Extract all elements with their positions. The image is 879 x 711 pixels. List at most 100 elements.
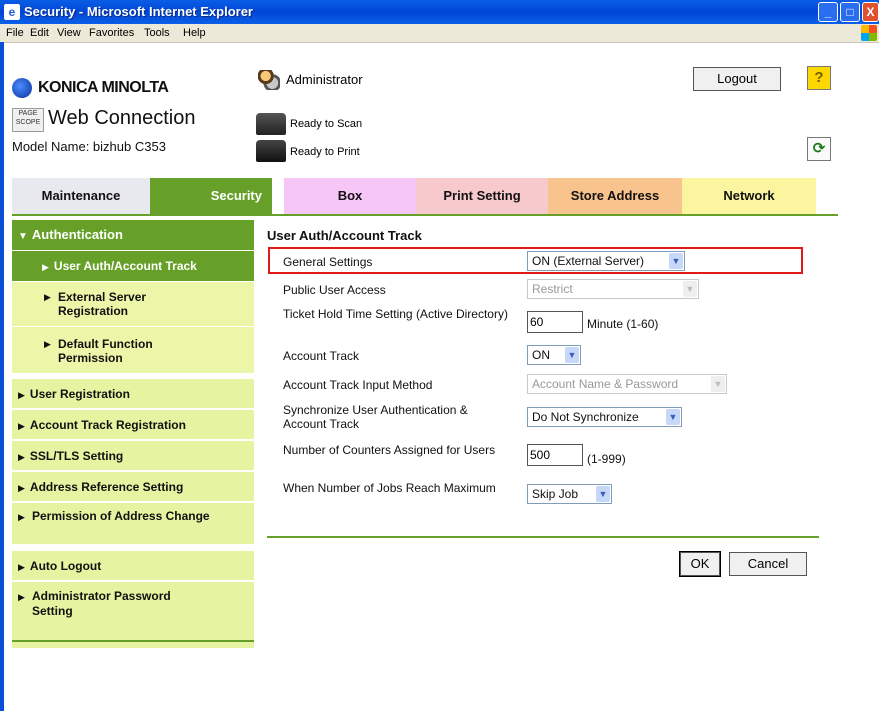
select-value: Do Not Synchronize xyxy=(532,410,639,424)
select-value: ON xyxy=(532,348,550,362)
sidebar-item-label: Administrator Password Setting xyxy=(32,589,171,618)
triangle-right-icon: ▶ xyxy=(42,262,49,272)
minimize-button[interactable]: _ xyxy=(818,2,838,22)
menu-bar: File Edit View Favorites Tools Help xyxy=(0,24,879,43)
tab-box[interactable]: Box xyxy=(284,178,416,214)
ticket-hold-time-input[interactable]: 60 xyxy=(527,311,583,333)
sidebar-item-label: Authentication xyxy=(31,227,123,242)
tab-network[interactable]: Network xyxy=(682,178,816,214)
menu-view[interactable]: View xyxy=(57,27,81,39)
form-divider xyxy=(267,536,819,538)
select-value: Skip Job xyxy=(532,487,579,501)
konica-minolta-logo-icon xyxy=(12,78,32,98)
chevron-down-icon: ▼ xyxy=(565,347,579,363)
product-name: Web Connection xyxy=(48,107,196,129)
synchronize-label: Synchronize User Authentication & Accoun… xyxy=(283,403,468,431)
counters-unit: (1-999) xyxy=(587,452,626,466)
menu-help[interactable]: Help xyxy=(183,27,206,39)
triangle-right-icon: ▶ xyxy=(18,390,25,400)
help-icon[interactable]: ? xyxy=(807,66,831,90)
print-status: Ready to Print xyxy=(290,146,360,158)
public-user-access-select[interactable]: Restrict ▼ xyxy=(527,279,699,299)
counters-label: Number of Counters Assigned for Users xyxy=(283,443,496,457)
window-frame-left xyxy=(0,42,4,711)
sidebar-item-label: Account Track Registration xyxy=(29,418,186,432)
chevron-down-icon: ▼ xyxy=(596,486,610,502)
ie-app-icon: e xyxy=(4,4,20,20)
sidebar-item-admin-password[interactable]: ▶ Administrator Password Setting xyxy=(12,581,254,626)
menu-edit[interactable]: Edit xyxy=(30,27,49,39)
sidebar-item-label: User Registration xyxy=(29,387,130,401)
triangle-down-icon: ▼ xyxy=(18,231,28,242)
tab-maintenance[interactable]: Maintenance xyxy=(12,178,150,214)
sidebar-item-auto-logout[interactable]: ▶ Auto Logout xyxy=(12,550,254,580)
tab-divider xyxy=(258,214,838,216)
scanner-icon xyxy=(256,113,286,135)
menu-file[interactable]: File xyxy=(6,27,24,39)
ok-button[interactable]: OK xyxy=(679,551,721,577)
refresh-icon[interactable]: ⟳ xyxy=(807,137,831,161)
sidebar-item-external-server[interactable]: ▶ External Server Registration xyxy=(12,282,254,326)
sidebar-item-authentication[interactable]: ▼ Authentication xyxy=(12,220,254,250)
account-track-select[interactable]: ON ▼ xyxy=(527,345,581,365)
ticket-hold-time-unit: Minute (1-60) xyxy=(587,317,659,331)
triangle-right-icon: ▶ xyxy=(44,339,51,349)
scan-status: Ready to Scan xyxy=(290,118,363,130)
pagescope-logo-icon: PAGE SCOPE xyxy=(12,108,44,132)
triangle-right-icon: ▶ xyxy=(18,421,25,431)
sidebar-item-permission-address[interactable]: ▶ Permission of Address Change xyxy=(12,502,254,544)
sidebar-footer xyxy=(12,626,254,648)
brand-name: KONICA MINOLTA xyxy=(38,79,169,96)
jobs-maximum-select[interactable]: Skip Job ▼ xyxy=(527,484,612,504)
triangle-right-icon: ▶ xyxy=(18,452,25,462)
user-name: Administrator xyxy=(286,72,363,87)
counters-input[interactable]: 500 xyxy=(527,444,583,466)
general-settings-select[interactable]: ON (External Server) ▼ xyxy=(527,251,685,271)
ticket-hold-time-label: Ticket Hold Time Setting (Active Directo… xyxy=(283,307,508,321)
select-value: ON (External Server) xyxy=(532,254,645,268)
sidebar-item-user-auth[interactable]: ▶ User Auth/Account Track xyxy=(12,251,254,281)
tab-divider xyxy=(12,214,258,216)
windows-logo-icon xyxy=(861,25,877,41)
select-value: Account Name & Password xyxy=(532,377,679,391)
maximize-button[interactable]: □ xyxy=(840,2,860,22)
page-title: User Auth/Account Track xyxy=(267,228,422,243)
close-button[interactable]: X xyxy=(862,2,879,22)
tab-store-address[interactable]: Store Address xyxy=(548,178,682,214)
logout-button[interactable]: Logout xyxy=(693,67,781,91)
general-settings-label: General Settings xyxy=(283,255,373,269)
sidebar-item-label: External Server Registration xyxy=(58,290,147,318)
sidebar-item-ssl-tls[interactable]: ▶ SSL/TLS Setting xyxy=(12,440,254,470)
sidebar-item-label: Auto Logout xyxy=(29,559,102,573)
sidebar-divider xyxy=(12,640,254,642)
cancel-button[interactable]: Cancel xyxy=(729,552,807,576)
tab-security[interactable]: Security xyxy=(150,178,272,214)
tab-print-setting[interactable]: Print Setting xyxy=(416,178,548,214)
triangle-right-icon: ▶ xyxy=(18,562,25,572)
sidebar-item-label: User Auth/Account Track xyxy=(53,259,197,273)
sidebar-item-label: Permission of Address Change xyxy=(32,509,210,523)
sidebar-item-label: Address Reference Setting xyxy=(29,480,184,494)
triangle-right-icon: ▶ xyxy=(18,592,25,602)
sidebar-item-label: Default Function Permission xyxy=(58,337,153,365)
chevron-down-icon: ▼ xyxy=(669,253,683,269)
printer-icon xyxy=(256,140,286,162)
chevron-down-icon: ▼ xyxy=(666,409,680,425)
sidebar-item-user-registration[interactable]: ▶ User Registration xyxy=(12,378,254,408)
model-name: Model Name: bizhub C353 xyxy=(12,139,166,154)
menu-tools[interactable]: Tools xyxy=(144,27,170,39)
window-title-bar: e Security - Microsoft Internet Explorer… xyxy=(0,0,879,24)
input-method-select[interactable]: Account Name & Password ▼ xyxy=(527,374,727,394)
administrator-icon xyxy=(258,70,280,90)
synchronize-select[interactable]: Do Not Synchronize ▼ xyxy=(527,407,682,427)
triangle-right-icon: ▶ xyxy=(18,483,25,493)
chevron-down-icon: ▼ xyxy=(683,281,697,297)
sidebar-item-address-reference[interactable]: ▶ Address Reference Setting xyxy=(12,471,254,501)
chevron-down-icon: ▼ xyxy=(711,376,725,392)
select-value: Restrict xyxy=(532,282,573,296)
window-title: Security - Microsoft Internet Explorer xyxy=(24,4,253,19)
triangle-right-icon: ▶ xyxy=(18,512,25,522)
sidebar-item-account-track-registration[interactable]: ▶ Account Track Registration xyxy=(12,409,254,439)
sidebar-item-default-function[interactable]: ▶ Default Function Permission xyxy=(12,327,254,373)
menu-favorites[interactable]: Favorites xyxy=(89,27,134,39)
